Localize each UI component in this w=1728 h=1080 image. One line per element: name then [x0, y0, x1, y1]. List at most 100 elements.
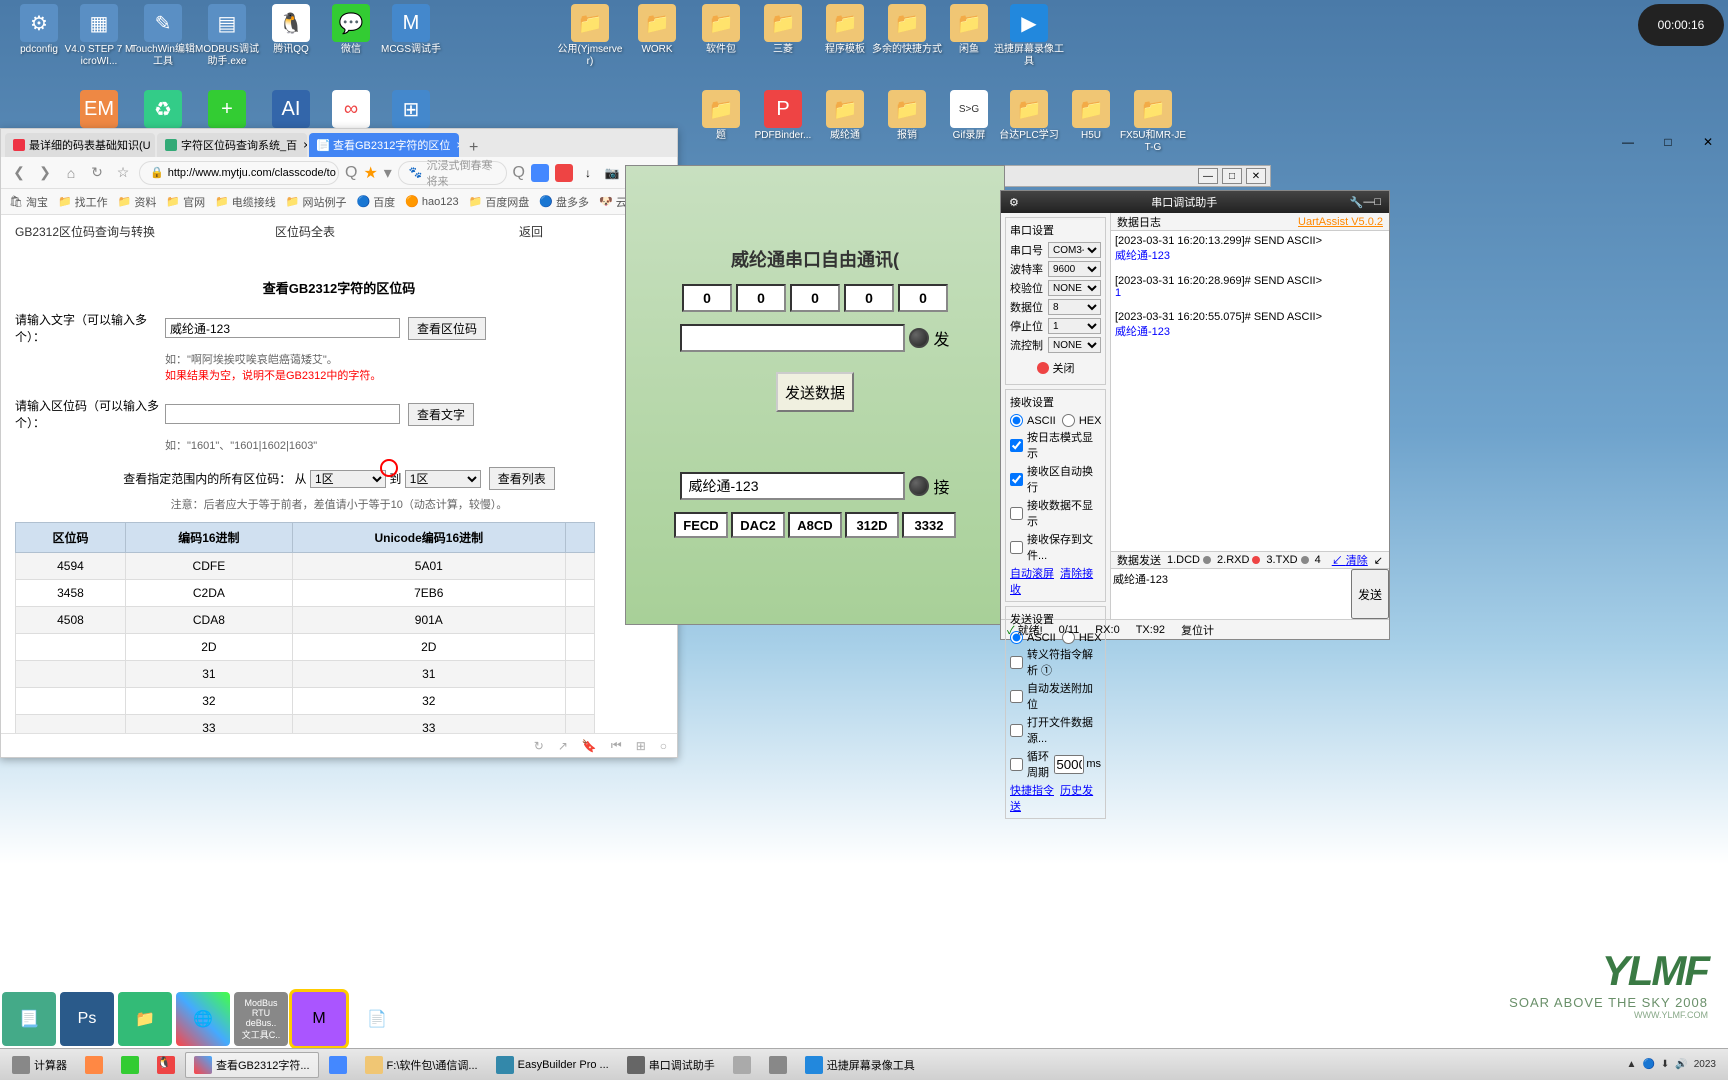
desktop-folder-h5u[interactable]: 📁H5U	[1056, 90, 1126, 142]
ext-icon-1[interactable]	[531, 164, 549, 182]
baud-select[interactable]: 9600	[1048, 261, 1101, 277]
ext-icon-2[interactable]	[555, 164, 573, 182]
task-item[interactable]	[725, 1052, 759, 1078]
recorder-overlay[interactable]: 00:00:16	[1638, 4, 1724, 46]
ql-mcgs[interactable]: M	[292, 992, 346, 1046]
tab-1[interactable]: 最详细的码表基础知识(U×	[5, 133, 155, 157]
task-item[interactable]: 🐧	[149, 1052, 183, 1078]
hmi-cell[interactable]: 0	[844, 284, 894, 312]
openfile-check[interactable]	[1010, 724, 1023, 737]
hmi-close[interactable]: ✕	[1246, 168, 1266, 184]
bookmark-taobao[interactable]: 🛍淘宝	[9, 194, 48, 210]
tray-icon[interactable]: ▲	[1627, 1059, 1637, 1070]
quick-cmd-link[interactable]: 快捷指令	[1010, 785, 1054, 797]
zone-to-select[interactable]: 1区	[405, 470, 481, 488]
task-recorder[interactable]: 迅捷屏幕录像工具	[797, 1052, 923, 1078]
return-link[interactable]: ↙	[1374, 554, 1383, 567]
task-calculator[interactable]: 计算器	[4, 1052, 75, 1078]
recv-hex-radio[interactable]	[1062, 414, 1075, 427]
bookmark-official[interactable]: 📁官网	[166, 194, 205, 210]
ext-icon-3[interactable]: ↓	[579, 164, 597, 182]
footer-icon[interactable]: ↗	[558, 739, 568, 753]
desktop-folder-baoxiao[interactable]: 📁报销	[872, 90, 942, 142]
url-input[interactable]: 🔒http://www.mytju.com/classcode/to	[139, 161, 339, 185]
zone-from-select[interactable]: 1区	[310, 470, 386, 488]
task-easybuilder[interactable]: EasyBuilder Pro ...	[488, 1052, 617, 1078]
desktop-folder-public[interactable]: 📁公用(Yjmserver)	[555, 4, 625, 68]
list-button[interactable]: 查看列表	[489, 467, 555, 490]
search-input[interactable]: 🐾沉浸式倒春寒将来	[398, 161, 507, 185]
task-browser[interactable]: 查看GB2312字符...	[185, 1052, 319, 1078]
escape-check[interactable]	[1010, 656, 1023, 669]
loop-input[interactable]	[1054, 755, 1084, 774]
task-item[interactable]	[761, 1052, 795, 1078]
send-button[interactable]: 发送	[1351, 569, 1389, 619]
star-button[interactable]: ☆	[113, 163, 133, 183]
close-icon[interactable]: ×	[303, 138, 307, 152]
close-icon[interactable]: ×	[456, 138, 459, 152]
hmi-recv-input[interactable]	[680, 472, 905, 500]
bookmark-jobs[interactable]: 📁找工作	[58, 194, 108, 210]
desktop-folder-work[interactable]: 📁WORK	[622, 4, 692, 56]
close-button[interactable]: ✕	[1688, 128, 1728, 156]
nav-return[interactable]: 返回	[519, 223, 543, 240]
tray-icon[interactable]: 🔊	[1675, 1059, 1687, 1070]
footer-icon[interactable]: ⏮	[611, 738, 622, 753]
databits-select[interactable]: 8	[1048, 299, 1101, 315]
bookmark-site[interactable]: 📁网站例子	[286, 194, 347, 210]
flow-select[interactable]: NONE	[1048, 337, 1101, 353]
maximize-button[interactable]: □	[1648, 128, 1688, 156]
log-area[interactable]: [2023-03-31 16:20:13.299]# SEND ASCII> 威…	[1111, 231, 1389, 551]
bookmark-hao123[interactable]: 🟠hao123	[405, 195, 458, 208]
lookup-text-button[interactable]: 查看文字	[408, 403, 474, 426]
loop-check[interactable]	[1010, 758, 1023, 771]
bookmark-ziliao[interactable]: 📁资料	[118, 194, 157, 210]
nav-all[interactable]: 区位码全表	[275, 223, 335, 240]
version-link[interactable]: UartAssist V5.0.2	[1298, 216, 1383, 228]
bookmark-baidupan[interactable]: 📁百度网盘	[469, 194, 530, 210]
parity-select[interactable]: NONE	[1048, 280, 1101, 296]
hmi-cell[interactable]: 0	[682, 284, 732, 312]
autoappend-check[interactable]	[1010, 690, 1023, 703]
desktop-icon-mcgs[interactable]: MMCGS调试手	[376, 4, 446, 56]
forward-button[interactable]: ❯	[35, 163, 55, 183]
char-input[interactable]	[165, 318, 400, 338]
desktop-icon-em[interactable]: EM	[64, 90, 134, 130]
hmi-max[interactable]: □	[1222, 168, 1242, 184]
autoscroll-link[interactable]: 自动滚屏	[1010, 568, 1054, 580]
stopbits-select[interactable]: 1	[1048, 318, 1101, 334]
recv-save-check[interactable]	[1010, 541, 1023, 554]
footer-icon[interactable]: ⊞	[636, 739, 646, 753]
desktop-icon-modbus[interactable]: ▤MODBUS调试助手.exe	[192, 4, 262, 68]
clear-send-link[interactable]: ↙ 清除	[1332, 552, 1368, 568]
recv-hide-check[interactable]	[1010, 507, 1023, 520]
desktop-folder-sanling[interactable]: 📁三菱	[748, 4, 818, 56]
task-explorer[interactable]: F:\软件包\通信调...	[357, 1052, 486, 1078]
reload-button[interactable]: ↻	[87, 163, 107, 183]
hmi-cell[interactable]: 0	[736, 284, 786, 312]
ql-item[interactable]: 📄	[350, 992, 404, 1046]
nav-convert[interactable]: GB2312区位码查询与转换	[15, 223, 155, 240]
serial-min[interactable]: —	[1363, 196, 1374, 208]
desktop-folder-software[interactable]: 📁软件包	[686, 4, 756, 56]
desktop-icon-ti[interactable]: 📁题	[686, 90, 756, 142]
system-tray[interactable]: ▲ 🔵 ⬇ 🔊 2023	[1627, 1059, 1724, 1070]
ql-item[interactable]: 📃	[2, 992, 56, 1046]
task-item[interactable]	[77, 1052, 111, 1078]
desktop-icon-pdfbinder[interactable]: PPDFBinder...	[748, 90, 818, 142]
footer-icon[interactable]: ↻	[534, 739, 544, 753]
recv-log-check[interactable]	[1010, 439, 1023, 452]
desktop-icon-recorder[interactable]: ▶迅捷屏幕录像工具	[994, 4, 1064, 68]
back-button[interactable]: ❮	[9, 163, 29, 183]
tray-icon[interactable]: 🔵	[1642, 1059, 1654, 1070]
new-tab-button[interactable]: +	[461, 139, 486, 157]
desktop-folder-weintek[interactable]: 📁威纶通	[810, 90, 880, 142]
status-reset[interactable]: 复位计	[1181, 622, 1214, 638]
task-item[interactable]	[321, 1052, 355, 1078]
desktop-icon-recycle[interactable]: ♻	[128, 90, 198, 130]
port-close-button[interactable]: 关闭	[1010, 356, 1101, 380]
recv-wrap-check[interactable]	[1010, 473, 1023, 486]
task-serial[interactable]: 串口调试助手	[619, 1052, 723, 1078]
ql-item[interactable]: 📁	[118, 992, 172, 1046]
desktop-folder-shortcuts[interactable]: 📁多余的快捷方式	[872, 4, 942, 56]
